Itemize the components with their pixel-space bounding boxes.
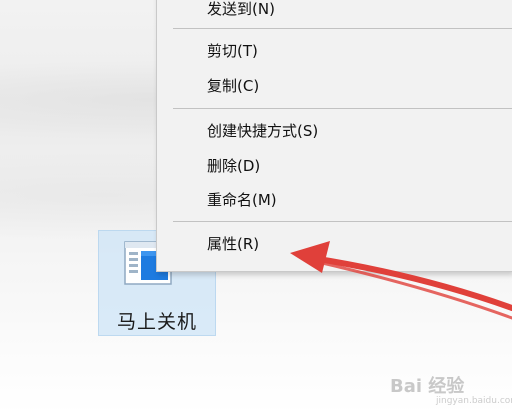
watermark-text: Bai 经验 — [390, 376, 465, 397]
watermark-subtext: jingyan.baidu.com — [436, 396, 512, 406]
baidu-watermark: Bai 经验 jingyan.baidu.com — [390, 366, 512, 406]
desktop-background: 马上关机 发送到(N) 剪切(T) 复制(C) 创建快捷方式(S) 删除(D) … — [0, 0, 512, 415]
red-arrow-annotation — [290, 241, 512, 320]
